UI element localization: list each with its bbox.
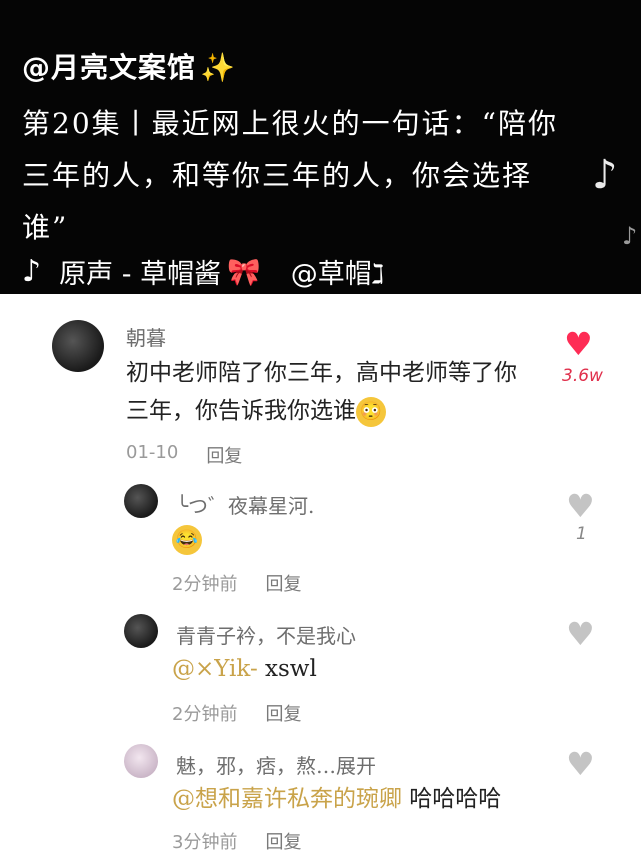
reply-button[interactable]: 回复	[265, 700, 301, 726]
music-note-icon[interactable]: ♪	[592, 152, 618, 198]
flushed-emoji-icon: 😳	[356, 397, 386, 427]
video-overlay[interactable]: @月亮文案馆 ✨ 第20集丨最近网上很火的一句话：“陪你三年的人，和等你三年的人，…	[0, 0, 641, 294]
comment-body: 初中老师陪了你三年，高中老师等了你三年，你告诉我你选谁	[126, 360, 517, 424]
avatar[interactable]	[124, 614, 158, 648]
comment-text: 初中老师陪了你三年，高中老师等了你三年，你告诉我你选谁 😳	[126, 354, 536, 430]
mention-link[interactable]: @想和嘉许私奔的琬卿	[172, 786, 402, 812]
reply-button[interactable]: 回复	[265, 828, 301, 854]
comment-meta: 01-10 回复	[126, 442, 242, 468]
reply-username[interactable]: 魅，邪，痞，熬…展开	[176, 750, 376, 779]
comment-username[interactable]: 朝暮	[126, 322, 166, 351]
reply-text: @想和嘉许私奔的琬卿 哈哈哈哈	[172, 780, 501, 818]
reply-meta: 2分钟前 回复	[172, 570, 301, 596]
author-name[interactable]: @月亮文案馆	[22, 51, 196, 84]
heart-icon[interactable]: ♥	[566, 748, 595, 780]
reply-date: 2分钟前	[172, 704, 238, 725]
reply-button[interactable]: 回复	[265, 570, 301, 596]
video-caption: 第20集丨最近网上很火的一句话：“陪你三年的人，和等你三年的人，你会选择谁”	[22, 107, 558, 244]
music-info[interactable]: ♪ 原声 - 草帽酱 🎀 @草帽ℷ	[22, 252, 384, 291]
video-author[interactable]: @月亮文案馆 ✨	[22, 46, 236, 86]
comment-date: 01-10	[126, 442, 179, 463]
reply-date: 2分钟前	[172, 574, 238, 595]
avatar[interactable]	[124, 484, 158, 518]
reply-username[interactable]: ╰つ゛夜幕星河.	[176, 490, 314, 519]
laughing-emoji-icon: 😂	[172, 525, 202, 555]
reply-username[interactable]: 青青子衿，不是我心	[176, 620, 356, 649]
music-title[interactable]: 原声 - 草帽酱	[59, 252, 221, 291]
reply-body: xswl	[257, 656, 317, 682]
reply-button[interactable]: 回复	[206, 442, 242, 468]
heart-icon[interactable]: ♥	[564, 328, 593, 360]
bow-icon: 🎀	[227, 256, 261, 288]
reply-meta: 3分钟前 回复	[172, 828, 301, 854]
heart-icon[interactable]: ♥	[566, 618, 595, 650]
reply-meta: 2分钟前 回复	[172, 700, 301, 726]
reply-date: 3分钟前	[172, 832, 238, 853]
reply-text: 😂	[172, 520, 202, 558]
heart-icon[interactable]: ♥	[566, 490, 595, 522]
mention-link[interactable]: @×Yik-	[172, 656, 258, 682]
like-count: 1	[576, 524, 587, 544]
music-note-small-icon: ♪	[622, 222, 638, 250]
avatar[interactable]	[52, 320, 104, 372]
reply-body: 哈哈哈哈	[402, 786, 502, 812]
sparkle-icon: ✨	[200, 51, 236, 84]
like-count: 3.6w	[562, 366, 603, 386]
comments-panel[interactable]: 朝暮 初中老师陪了你三年，高中老师等了你三年，你告诉我你选谁 😳 01-10 回复…	[0, 294, 641, 857]
avatar[interactable]	[124, 744, 158, 778]
reply-text: @×Yik- xswl	[172, 650, 317, 688]
tiktok-logo-icon: ♪	[22, 254, 42, 289]
music-artist[interactable]: @草帽ℷ	[291, 252, 385, 291]
